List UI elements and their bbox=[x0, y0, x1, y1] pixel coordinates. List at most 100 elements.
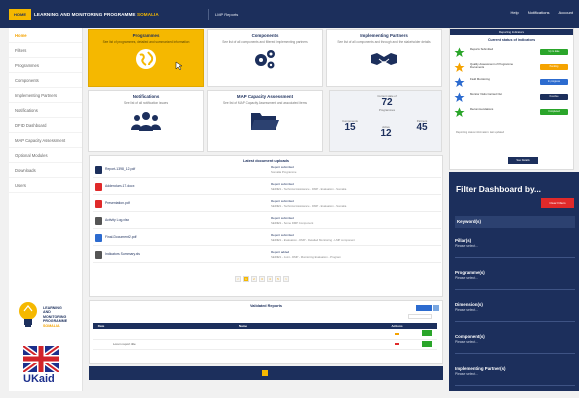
file-icon bbox=[95, 183, 102, 191]
page-1[interactable]: 1 bbox=[243, 276, 249, 282]
view-button[interactable] bbox=[422, 330, 432, 337]
indicator-status-pill[interactable]: In progress bbox=[540, 79, 568, 85]
row-view-cell bbox=[417, 339, 437, 350]
upload-event-title: Report submitted bbox=[271, 165, 294, 169]
sidebar-item-filters[interactable]: Filters bbox=[9, 43, 82, 58]
filter-implementing-partners[interactable]: Implementing Partner(s) Please select... bbox=[455, 366, 575, 386]
sidebar-item-dfid-dashboard[interactable]: DFID Dashboard bbox=[9, 118, 82, 133]
scroll-top-button[interactable] bbox=[262, 370, 268, 376]
sidebar-item-map-capacity[interactable]: MAP Capacity Assessment bbox=[9, 133, 82, 148]
page-next[interactable]: > bbox=[283, 276, 289, 282]
file-name[interactable]: Indicators Summary.xls bbox=[105, 252, 140, 256]
main-content: Programmes See list of programmes, detai… bbox=[85, 28, 447, 391]
table-row[interactable] bbox=[93, 329, 437, 340]
implementing-partners-card[interactable]: Implementing Partners See list of all co… bbox=[326, 29, 442, 87]
filter-pillars[interactable]: Pillar(s) Please select... bbox=[455, 238, 575, 258]
indicator-row: Field Monitoring In progress bbox=[454, 77, 570, 88]
sidebar-item-home[interactable]: Home bbox=[9, 28, 82, 43]
list-item[interactable]: Activity Log.xlsx Report submitted SERIES … bbox=[93, 215, 441, 229]
notifications-card[interactable]: Notifications See list of all notificati… bbox=[88, 90, 204, 152]
filter-value: Please select... bbox=[455, 276, 478, 280]
view-button[interactable] bbox=[422, 340, 432, 347]
page-5[interactable]: 5 bbox=[275, 276, 281, 282]
sidebar-item-implementing-partners[interactable]: Implementing Partners bbox=[9, 88, 82, 103]
list-item[interactable]: Presentation.pdf Report submitted SERIES -… bbox=[93, 198, 441, 212]
reports-search-input[interactable] bbox=[408, 314, 432, 319]
filter-value: Please select... bbox=[455, 308, 478, 312]
list-item[interactable]: Report-1398_12.pdf Report submitted Somali… bbox=[93, 164, 441, 178]
file-name[interactable]: Activity Log.xlsx bbox=[105, 218, 129, 222]
filter-label: Pillar(s) bbox=[455, 238, 472, 243]
filter-programmes[interactable]: Programme(s) Please select... bbox=[455, 270, 575, 290]
page-prev[interactable]: < bbox=[235, 276, 241, 282]
table-row[interactable]: Lorem report title bbox=[93, 339, 437, 350]
stat-partners: Partners 45 bbox=[416, 119, 428, 133]
page-3[interactable]: 3 bbox=[259, 276, 265, 282]
filter-label: Programme(s) bbox=[455, 270, 485, 275]
notifications-link[interactable]: Notifications bbox=[528, 10, 550, 15]
filter-dimensions[interactable]: Dimension(s) Please select... bbox=[455, 302, 575, 322]
sidebar-item-notifications[interactable]: Notifications bbox=[9, 103, 82, 118]
sidebar-item-optional-modules[interactable]: Optional Modules bbox=[9, 148, 82, 163]
file-name[interactable]: Report-1398_12.pdf bbox=[105, 167, 135, 171]
sidebar-item-components[interactable]: Components bbox=[9, 73, 82, 88]
programmes-card[interactable]: Programmes See list of programmes, detai… bbox=[88, 29, 204, 87]
card-description: See list of all notification issues bbox=[123, 101, 169, 105]
components-card[interactable]: Components See list of all components an… bbox=[207, 29, 323, 87]
stat-active: Active 12 bbox=[380, 125, 392, 139]
list-item[interactable]: Indicators Summary.xls Report added SERIES… bbox=[93, 249, 441, 263]
indicator-status-pill[interactable]: Pending bbox=[540, 64, 568, 70]
indicator-status-pill[interactable]: Completed bbox=[540, 109, 568, 115]
ukaid-text: UKaid bbox=[23, 373, 55, 385]
indicator-label: Monitor Visits Carried Out bbox=[470, 92, 502, 96]
lightbulb-logo-icon bbox=[19, 302, 37, 327]
filter-title: Filter Dashboard by... bbox=[456, 184, 542, 194]
folder-open-icon bbox=[251, 113, 279, 130]
clear-filters-button[interactable]: Clear Filters bbox=[541, 198, 574, 208]
indicators-header: Reporting Indicators bbox=[450, 29, 573, 35]
reports-link[interactable]: LMP Reports bbox=[208, 9, 238, 20]
lmp-logo-text: LEARNING AND MONITORING PROGRAMME SOMALI… bbox=[43, 306, 68, 328]
star-icon bbox=[454, 47, 465, 58]
indicator-status-pill[interactable]: Up to date bbox=[540, 49, 568, 55]
reports-action-button[interactable] bbox=[416, 305, 432, 311]
see-details-button[interactable]: See Details bbox=[508, 157, 538, 164]
sidebar-item-programmes[interactable]: Programmes bbox=[9, 58, 82, 73]
card-description: See list of all components and through a… bbox=[337, 40, 431, 44]
row-view-cell bbox=[417, 329, 437, 340]
help-link[interactable]: Help bbox=[511, 10, 519, 15]
upload-event-title: Report submitted bbox=[271, 182, 294, 186]
list-item[interactable]: Addendum-17.docx Report submitted SERIES -… bbox=[93, 181, 441, 195]
footer-bar bbox=[89, 366, 443, 380]
page-4[interactable]: 4 bbox=[267, 276, 273, 282]
sidebar: Home Filters Programmes Components Imple… bbox=[9, 28, 83, 391]
row-flag bbox=[377, 339, 417, 350]
handshake-icon bbox=[371, 53, 397, 65]
reports-export-button[interactable] bbox=[433, 305, 439, 311]
upload-event-title: Report submitted bbox=[271, 199, 294, 203]
keyword-input[interactable]: Keyword(s) bbox=[455, 216, 575, 228]
file-name[interactable]: Final-Document2.pdf bbox=[105, 235, 136, 239]
list-item[interactable]: Final-Document2.pdf Report submitted SERIE… bbox=[93, 232, 441, 246]
sidebar-item-users[interactable]: Users bbox=[9, 178, 82, 193]
filter-components[interactable]: Component(s) Please select... bbox=[455, 334, 575, 354]
lmp-logo: LEARNING AND MONITORING PROGRAMME SOMALI… bbox=[17, 300, 77, 336]
upload-event-detail: SERIES - Technical Assistance - DMP - Ev… bbox=[271, 204, 347, 208]
page-2[interactable]: 2 bbox=[251, 276, 257, 282]
group-people-icon bbox=[131, 112, 161, 131]
sidebar-item-downloads[interactable]: Downloads bbox=[9, 163, 82, 178]
row-name bbox=[109, 329, 377, 340]
top-navigation-bar: HOME LEARNING AND MONITORING PROGRAMME S… bbox=[0, 0, 579, 28]
file-name[interactable]: Addendum-17.docx bbox=[105, 184, 134, 188]
indicators-title: Current status of indicators bbox=[487, 38, 536, 42]
indicator-label: Quality Assessment of Programme Document… bbox=[470, 62, 514, 70]
upload-event-detail: SERIES - Some DMP Component bbox=[271, 221, 314, 225]
globe-icon bbox=[136, 49, 156, 69]
filter-label: Dimension(s) bbox=[455, 302, 483, 307]
map-capacity-card[interactable]: MAP Capacity Assessment See list of MAP … bbox=[207, 90, 323, 152]
file-name[interactable]: Presentation.pdf bbox=[105, 201, 130, 205]
app-title-highlight: SOMALIA bbox=[136, 12, 159, 17]
account-link[interactable]: Account bbox=[559, 10, 573, 15]
home-button[interactable]: HOME bbox=[9, 9, 31, 20]
indicator-status-pill[interactable]: Overdue bbox=[540, 94, 568, 100]
